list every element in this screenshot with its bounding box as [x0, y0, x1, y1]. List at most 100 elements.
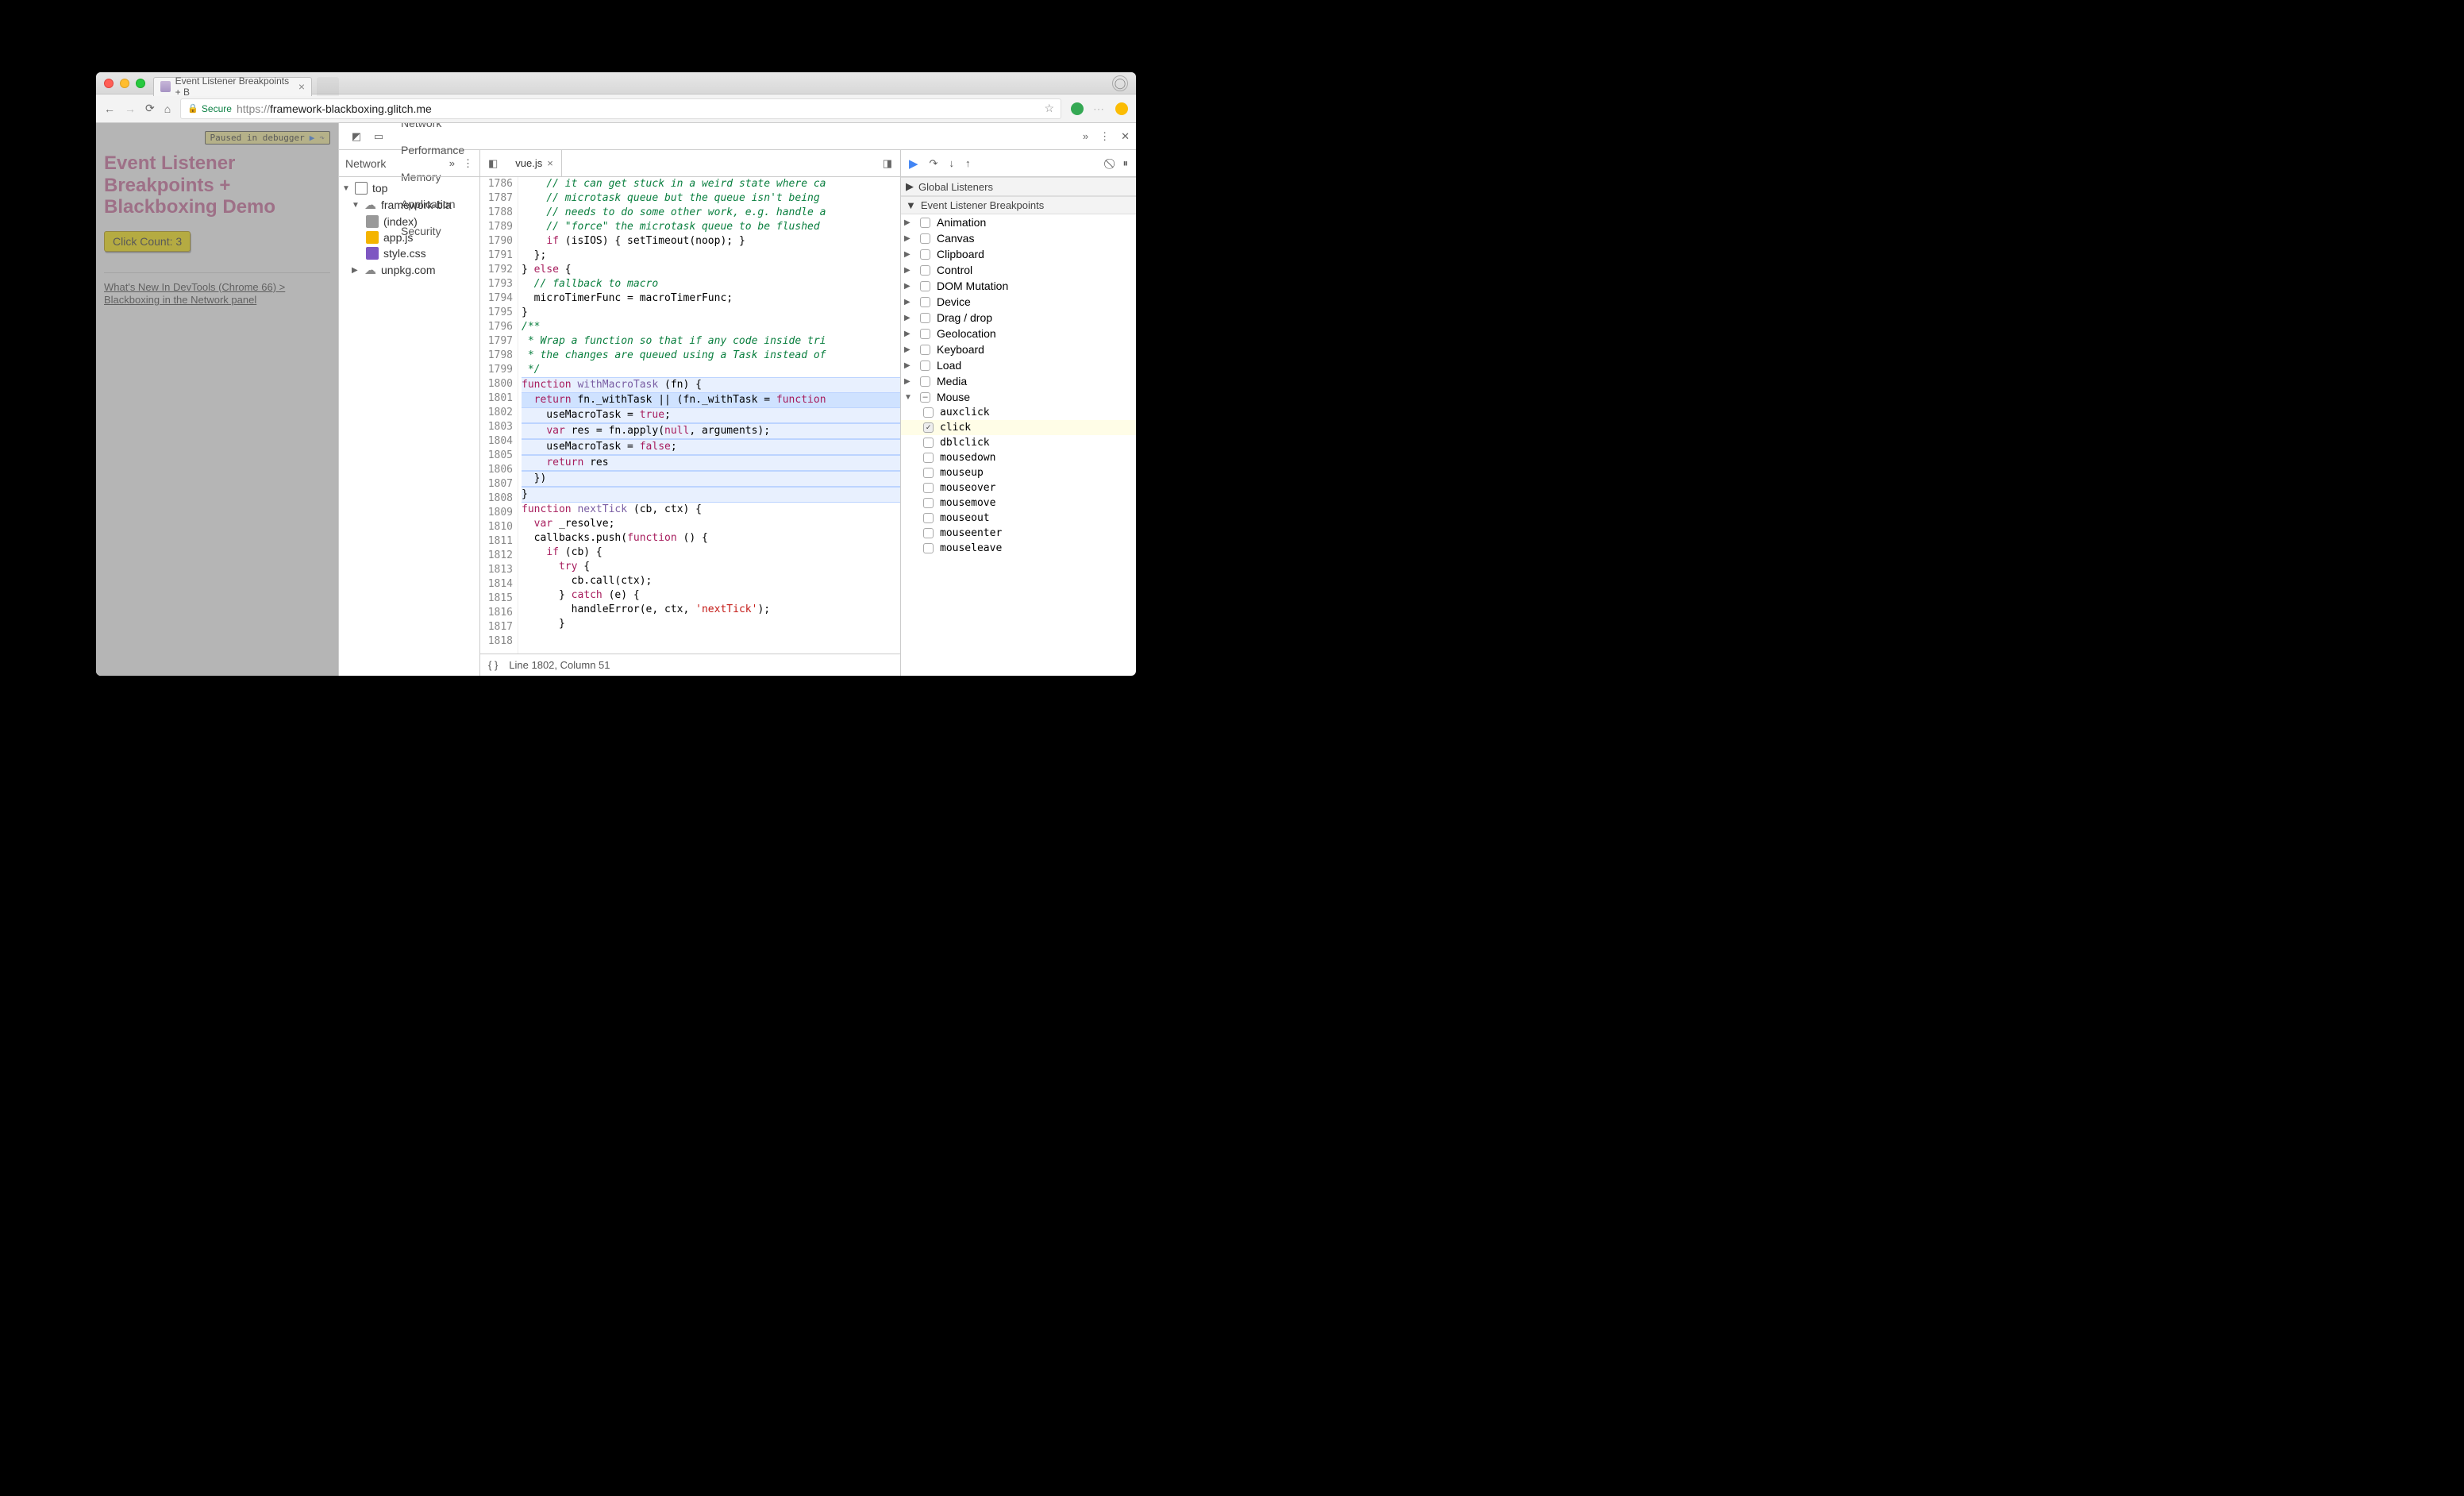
navigator-more-icon[interactable]: » [449, 157, 455, 169]
more-tabs-icon[interactable]: » [1083, 130, 1088, 142]
tree-file[interactable]: app.js [341, 229, 478, 245]
browser-window: Event Listener Breakpoints + B × ◯ ← → ⟳… [96, 72, 1136, 676]
checkbox[interactable] [923, 468, 934, 478]
toolbar: ← → ⟳ ⌂ 🔒Secure https://framework-blackb… [96, 94, 1136, 123]
checkbox[interactable] [920, 249, 930, 260]
debugger-pane: ▶ ↷ ↓ ↑ ⃠ ⏸ ▶Global Listeners ▼Event Lis… [901, 150, 1136, 676]
profile-avatar-icon[interactable]: ◯ [1112, 75, 1128, 91]
breakpoint-event[interactable]: mousedown [901, 450, 1136, 465]
tree-row[interactable]: ▼top [341, 180, 478, 196]
breakpoint-event[interactable]: mouseout [901, 511, 1136, 526]
breakpoint-event[interactable]: mouseover [901, 480, 1136, 495]
section-header[interactable]: ▼Event Listener Breakpoints [901, 196, 1136, 214]
editor-pane: ◧ vue.js × ◨ 178617871788178917901791179… [480, 150, 901, 676]
close-window-icon[interactable] [104, 79, 114, 88]
editor-tab[interactable]: vue.js × [507, 150, 562, 177]
checkbox[interactable] [923, 407, 934, 418]
secure-indicator[interactable]: 🔒Secure [187, 103, 232, 114]
debugger-toolbar: ▶ ↷ ↓ ↑ ⃠ ⏸ [901, 150, 1136, 177]
breakpoint-category[interactable]: ▶Animation [901, 214, 1136, 230]
step-out-icon[interactable]: ↑ [965, 157, 971, 169]
breakpoint-event[interactable]: mouseenter [901, 526, 1136, 541]
navigator-tabrow: Network » ⋮ [339, 150, 479, 177]
toggle-debugger-icon[interactable]: ◨ [880, 157, 895, 170]
address-bar[interactable]: 🔒Secure https://framework-blackboxing.gl… [180, 98, 1061, 119]
breakpoint-event[interactable]: auxclick [901, 405, 1136, 420]
checkbox[interactable] [920, 313, 930, 323]
checkbox[interactable] [920, 265, 930, 276]
reload-icon[interactable]: ⟳ [145, 102, 155, 115]
zoom-window-icon[interactable] [136, 79, 145, 88]
checkbox[interactable] [923, 513, 934, 523]
checkbox[interactable] [920, 329, 930, 339]
checkbox[interactable] [923, 543, 934, 553]
breakpoint-event[interactable]: click [901, 420, 1136, 435]
breakpoint-event[interactable]: mouseup [901, 465, 1136, 480]
breakpoint-category[interactable]: ▶Device [901, 294, 1136, 310]
minimize-window-icon[interactable] [120, 79, 129, 88]
pretty-print-icon[interactable]: { } [488, 659, 498, 671]
line-gutter: 1786178717881789179017911792179317941795… [480, 177, 518, 654]
tab-close-icon[interactable]: × [298, 80, 305, 93]
code-area[interactable]: 1786178717881789179017911792179317941795… [480, 177, 900, 654]
checkbox[interactable] [923, 498, 934, 508]
forward-icon: → [125, 102, 136, 115]
breakpoint-category[interactable]: ▼Mouse [901, 389, 1136, 405]
breakpoint-category[interactable]: ▶Canvas [901, 230, 1136, 246]
tree-row[interactable]: ▼☁framework-bla [341, 196, 478, 214]
rendered-page: Paused in debugger ▶ ↷ Event Listener Br… [96, 123, 338, 676]
extension-icon[interactable] [1115, 102, 1128, 115]
tree-row[interactable]: ▶☁unpkg.com [341, 261, 478, 279]
tree-file[interactable]: (index) [341, 214, 478, 229]
back-icon[interactable]: ← [104, 102, 115, 115]
extension-icon[interactable]: ⋯ [1093, 102, 1106, 115]
breakpoint-event[interactable]: dblclick [901, 435, 1136, 450]
checkbox[interactable] [923, 438, 934, 448]
breakpoint-category[interactable]: ▶Drag / drop [901, 310, 1136, 326]
breakpoint-event[interactable]: mouseleave [901, 541, 1136, 556]
checkbox[interactable] [923, 528, 934, 538]
checkbox[interactable] [920, 218, 930, 228]
cloud-icon: ☁ [364, 198, 376, 212]
breakpoint-category[interactable]: ▶Geolocation [901, 326, 1136, 341]
new-tab-button[interactable] [317, 77, 339, 96]
resume-icon[interactable]: ▶ [909, 156, 918, 171]
checkbox[interactable] [920, 361, 930, 371]
breakpoint-category[interactable]: ▶Load [901, 357, 1136, 373]
checkbox[interactable] [920, 297, 930, 307]
breakpoint-category[interactable]: ▶Media [901, 373, 1136, 389]
step-into-icon[interactable]: ↓ [949, 157, 954, 169]
checkbox[interactable] [920, 281, 930, 291]
file-tree: ▼top ▼☁framework-bla (index) app.js styl… [339, 177, 479, 282]
browser-tab[interactable]: Event Listener Breakpoints + B × [153, 77, 312, 96]
tree-file[interactable]: style.css [341, 245, 478, 261]
checkbox[interactable] [923, 483, 934, 493]
breakpoint-category[interactable]: ▶Keyboard [901, 341, 1136, 357]
breakpoint-category[interactable]: ▶Clipboard [901, 246, 1136, 262]
close-tab-icon[interactable]: × [547, 157, 553, 169]
toggle-navigator-icon[interactable]: ◧ [485, 157, 501, 170]
devtools-menu-icon[interactable]: ⋮ [1099, 130, 1110, 143]
breakpoint-category[interactable]: ▶DOM Mutation [901, 278, 1136, 294]
checkbox[interactable] [920, 392, 930, 403]
checkbox[interactable] [920, 376, 930, 387]
navigator-menu-icon[interactable]: ⋮ [463, 157, 473, 170]
device-toolbar-icon[interactable]: ▭ [368, 130, 390, 143]
cloud-icon: ☁ [364, 263, 376, 277]
checkbox[interactable] [920, 345, 930, 355]
devtools-close-icon[interactable]: ✕ [1121, 130, 1130, 143]
bookmark-star-icon[interactable]: ☆ [1044, 102, 1054, 115]
navigator-tab[interactable]: Network [345, 157, 386, 170]
inspect-element-icon[interactable]: ◩ [345, 130, 368, 143]
extension-icon[interactable] [1071, 102, 1084, 115]
checkbox[interactable] [923, 422, 934, 433]
checkbox[interactable] [920, 233, 930, 244]
breakpoint-event[interactable]: mousemove [901, 495, 1136, 511]
devtools-tab[interactable]: Network [390, 123, 475, 137]
checkbox[interactable] [923, 453, 934, 463]
home-icon[interactable]: ⌂ [164, 102, 171, 115]
pause-exceptions-icon[interactable]: ⏸ [1123, 157, 1129, 170]
section-header[interactable]: ▶Global Listeners [901, 177, 1136, 196]
step-over-icon[interactable]: ↷ [930, 157, 938, 170]
breakpoint-category[interactable]: ▶Control [901, 262, 1136, 278]
